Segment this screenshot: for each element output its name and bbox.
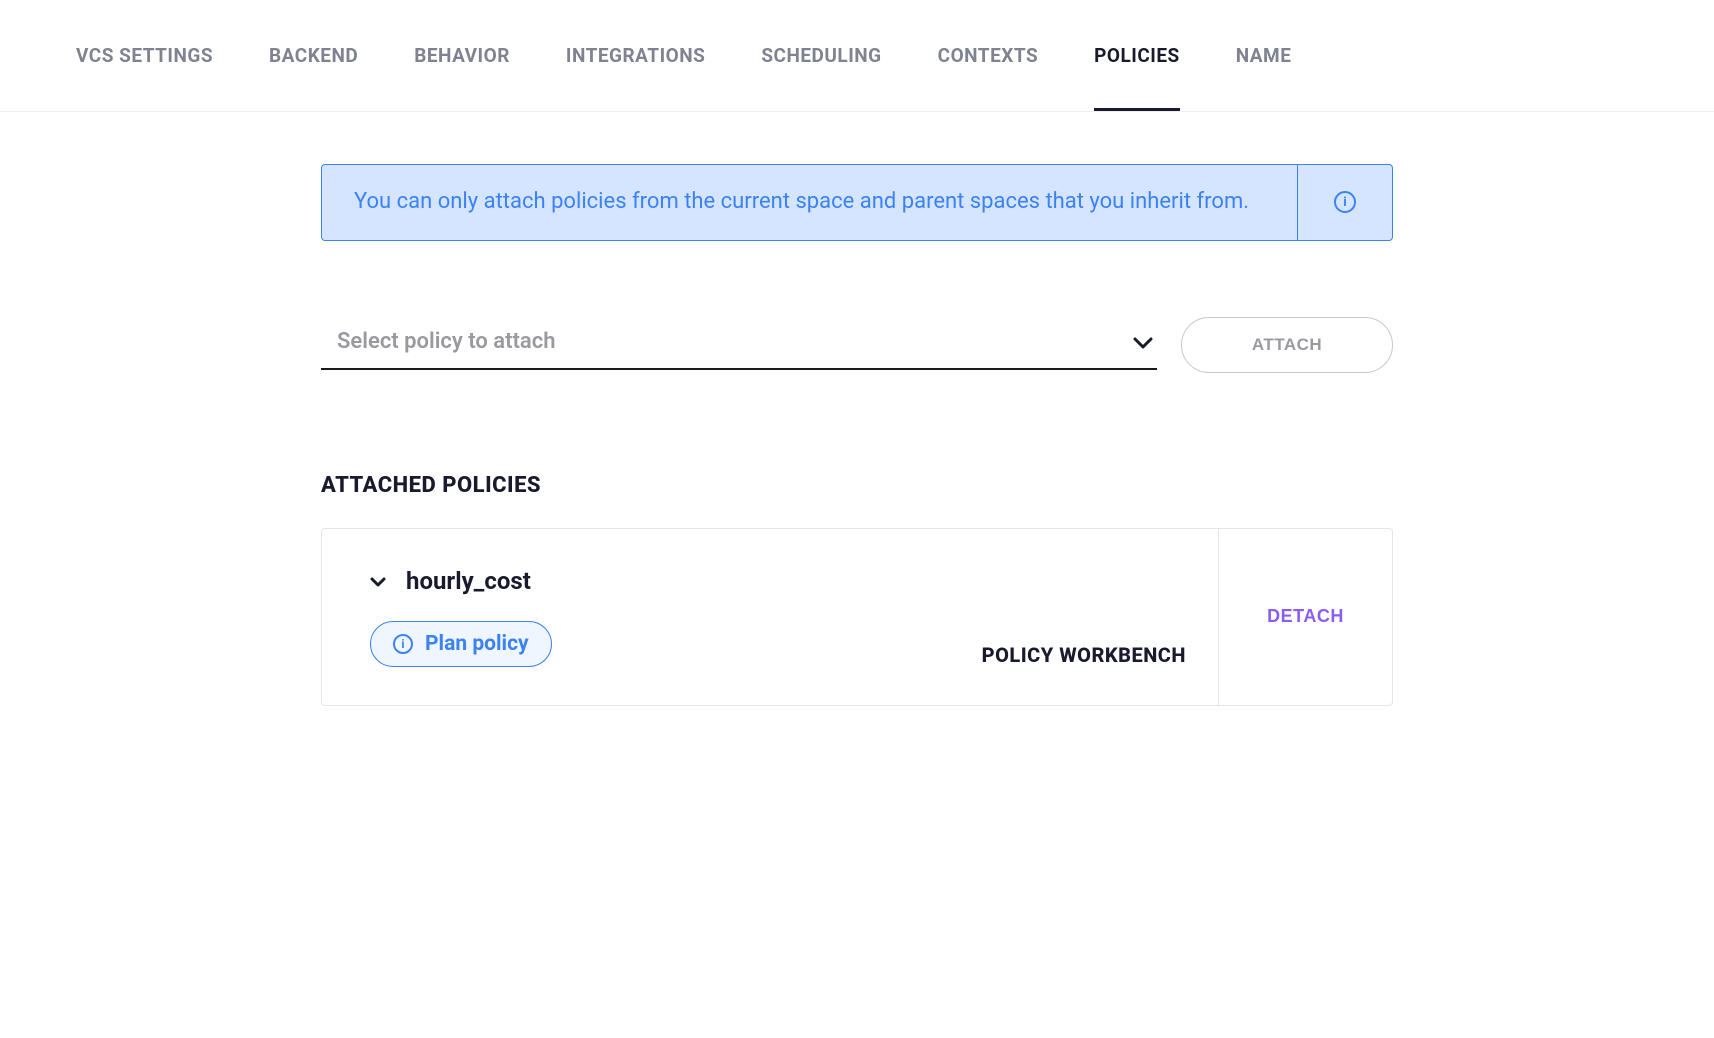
policy-select-dropdown[interactable]: Select policy to attach [321,319,1157,370]
policy-card-left: hourly_cost i Plan policy [370,567,552,667]
info-banner-icon-container: i [1298,165,1392,240]
attach-button[interactable]: ATTACH [1181,317,1393,373]
tab-backend[interactable]: BACKEND [269,0,358,111]
policy-select-placeholder: Select policy to attach [337,329,555,354]
policy-card: hourly_cost i Plan policy POLICY WORKBEN… [321,528,1393,706]
policy-workbench-link[interactable]: POLICY WORKBENCH [982,643,1186,667]
policy-type-badge: i Plan policy [370,621,552,667]
policy-badge-label: Plan policy [425,632,529,656]
info-icon: i [393,634,413,654]
main-content: You can only attach policies from the cu… [321,112,1393,766]
info-icon: i [1334,191,1356,213]
info-banner-text: You can only attach policies from the cu… [322,165,1298,240]
policy-card-actions: DETACH [1218,529,1392,705]
info-banner: You can only attach policies from the cu… [321,164,1393,241]
attached-policies-heading: ATTACHED POLICIES [321,473,1393,498]
policy-name: hourly_cost [406,567,531,595]
chevron-down-icon [1133,330,1153,354]
tab-policies[interactable]: POLICIES [1094,0,1180,111]
tab-name[interactable]: NAME [1236,0,1292,111]
tab-integrations[interactable]: INTEGRATIONS [566,0,705,111]
tab-vcs-settings[interactable]: VCS SETTINGS [76,0,213,111]
selector-row: Select policy to attach ATTACH [321,317,1393,373]
tab-scheduling[interactable]: SCHEDULING [761,0,881,111]
chevron-down-icon [370,571,386,592]
tabs-nav: VCS SETTINGS BACKEND BEHAVIOR INTEGRATIO… [0,0,1714,112]
tab-contexts[interactable]: CONTEXTS [938,0,1039,111]
tab-behavior[interactable]: BEHAVIOR [414,0,510,111]
policy-expand-toggle[interactable]: hourly_cost [370,567,552,595]
detach-button[interactable]: DETACH [1267,606,1344,627]
policy-card-main: hourly_cost i Plan policy POLICY WORKBEN… [322,529,1218,705]
